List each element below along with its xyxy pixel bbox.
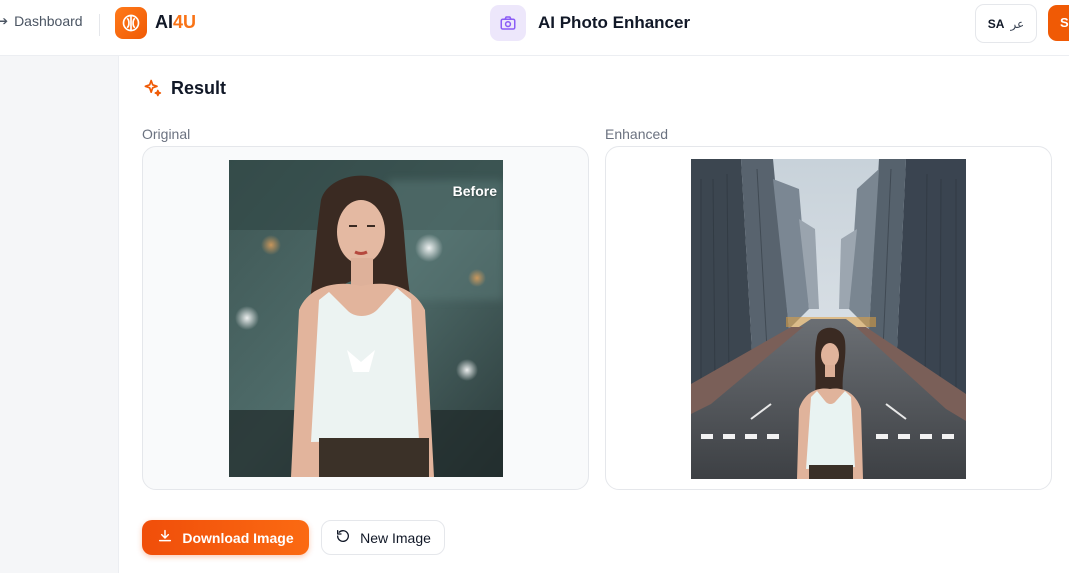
brand-logo-icon[interactable]	[115, 7, 147, 39]
language-code: SA	[987, 16, 1005, 31]
top-bar: ➔ Dashboard AI4U AI Photo Enhancer SA عر…	[0, 0, 1069, 56]
language-label: عر	[1010, 16, 1025, 31]
dashboard-link[interactable]: ➔ Dashboard	[0, 13, 83, 29]
before-badge: Before	[452, 183, 497, 199]
download-icon	[157, 528, 173, 547]
new-image-button[interactable]: New Image	[321, 520, 445, 555]
camera-icon	[490, 5, 526, 41]
brand-suffix: 4U	[173, 12, 197, 32]
download-image-button[interactable]: Download Image	[142, 520, 309, 555]
refresh-icon	[335, 528, 351, 547]
result-heading: Result	[171, 78, 227, 98]
original-label: Original	[142, 126, 191, 142]
arrow-right-icon: ➔	[0, 14, 9, 28]
brand-name[interactable]: AI4U	[155, 12, 196, 33]
language-switch-button[interactable]: SA عر	[975, 4, 1037, 43]
enhanced-label: Enhanced	[605, 126, 669, 142]
sidebar	[0, 56, 119, 573]
page-title: AI Photo Enhancer	[538, 13, 691, 32]
divider	[99, 14, 100, 36]
sign-in-button[interactable]: S	[1048, 5, 1069, 41]
brand-prefix: AI	[155, 12, 173, 32]
enhanced-image	[691, 159, 966, 479]
original-image: Before	[229, 160, 503, 477]
download-image-label: Download Image	[182, 529, 294, 546]
new-image-label: New Image	[360, 529, 431, 546]
sparkle-icon	[142, 78, 162, 98]
dashboard-link-label: Dashboard	[14, 13, 83, 29]
